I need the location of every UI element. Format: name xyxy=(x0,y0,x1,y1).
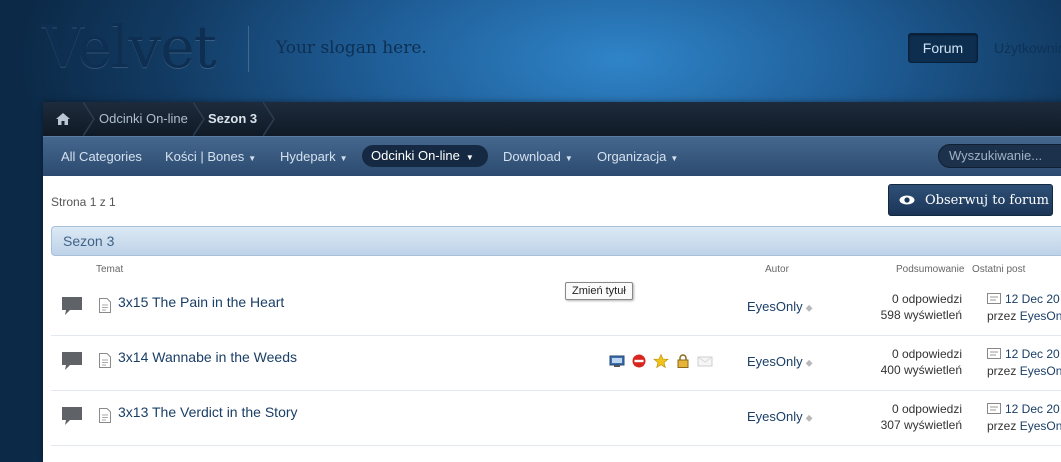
forum-panel: Odcinki On-line Sezon 3 All Categories K… xyxy=(43,102,1061,462)
table-row: 3x13 The Verdict in the Story EyesOnly ⬥ … xyxy=(51,391,1061,446)
category-nav: All Categories Kości | Bones ▼ Hydepark ▼ … xyxy=(43,136,1061,176)
nav-item-download[interactable]: Download ▼ xyxy=(503,137,573,176)
last-post-date-text: 12 Dec 20 xyxy=(1005,292,1060,306)
chevron-down-icon: ▼ xyxy=(670,154,679,163)
nav-item-label: Kości | Bones xyxy=(165,149,245,164)
location-pin-icon: ⬥ xyxy=(805,303,813,314)
last-post-by: przez EyesOn xyxy=(987,364,1061,378)
breadcrumb-item-odcinki[interactable]: Odcinki On-line xyxy=(99,102,188,136)
thread-author-link[interactable]: EyesOnly ⬥ xyxy=(747,299,813,314)
tooltip-rename-title: Zmień tytuł xyxy=(565,282,633,300)
location-pin-icon: ⬥ xyxy=(805,413,813,424)
chevron-down-icon: ▼ xyxy=(465,153,474,162)
last-post-by-prefix: przez xyxy=(987,309,1017,323)
topnav-forum-button[interactable]: Forum xyxy=(908,33,978,63)
last-post-by: przez EyesOn xyxy=(987,309,1061,323)
site-logo[interactable]: Velvet xyxy=(42,8,217,86)
last-post-by-prefix: przez xyxy=(987,364,1017,378)
nav-item-all-categories[interactable]: All Categories xyxy=(61,137,142,176)
thread-author-link[interactable]: EyesOnly ⬥ xyxy=(747,409,813,424)
column-header-topic: Temat xyxy=(96,264,124,275)
last-post-date-text: 12 Dec 20 xyxy=(1005,347,1060,361)
view-count: 307 wyświetleń xyxy=(880,418,962,432)
author-name: EyesOnly xyxy=(747,299,803,314)
nav-item-hydepark[interactable]: Hydepark ▼ xyxy=(280,137,348,176)
last-post-user-link[interactable]: EyesOn xyxy=(1020,364,1061,378)
last-post-date[interactable]: 12 Dec 20 xyxy=(987,402,1060,416)
last-post-icon xyxy=(987,293,1001,304)
chevron-down-icon: ▼ xyxy=(564,154,573,163)
breadcrumb: Odcinki On-line Sezon 3 xyxy=(43,102,1061,136)
view-count: 598 wyświetleń xyxy=(880,308,962,322)
last-post-date-text: 12 Dec 20 xyxy=(1005,402,1060,416)
page-info: Strona 1 z 1 xyxy=(51,195,116,209)
category-title-bar: Sezon 3 xyxy=(51,226,1061,256)
monitor-icon[interactable] xyxy=(609,354,625,368)
last-post-by-prefix: przez xyxy=(987,419,1017,433)
site-header: Velvet Your slogan here. Forum Użytkowni… xyxy=(0,0,1061,100)
thread-author-link[interactable]: EyesOnly ⬥ xyxy=(747,354,813,369)
topnav-users-link[interactable]: Użytkownicy xyxy=(994,40,1061,56)
nav-item-label: Odcinki On-line xyxy=(371,148,460,163)
last-post-by: przez EyesOn xyxy=(987,419,1061,433)
chevron-down-icon: ▼ xyxy=(248,154,257,163)
nav-item-odcinki-active[interactable]: Odcinki On-line ▼ xyxy=(362,145,488,167)
reply-count: 0 odpowiedzi xyxy=(891,402,962,416)
home-icon[interactable] xyxy=(43,102,83,136)
last-post-icon xyxy=(987,348,1001,359)
star-icon[interactable] xyxy=(653,354,669,368)
lock-icon[interactable] xyxy=(675,354,691,368)
breadcrumb-separator xyxy=(83,102,95,136)
last-post-date[interactable]: 12 Dec 20 xyxy=(987,292,1060,306)
nav-item-label: All Categories xyxy=(61,149,142,164)
nav-item-organizacja[interactable]: Organizacja ▼ xyxy=(597,137,678,176)
stop-icon[interactable] xyxy=(631,354,647,368)
nav-item-label: Organizacja xyxy=(597,149,667,164)
column-header-last-post: Ostatni post xyxy=(972,264,1026,275)
column-header-author: Autor xyxy=(765,264,789,275)
speech-bubble-icon xyxy=(62,352,82,370)
document-icon xyxy=(99,353,111,368)
thread-title-link[interactable]: 3x14 Wannabe in the Weeds xyxy=(118,349,297,365)
watch-forum-button[interactable]: Obserwuj to forum xyxy=(888,184,1053,216)
last-post-icon xyxy=(987,403,1001,414)
thread-title-link[interactable]: 3x13 The Verdict in the Story xyxy=(118,404,298,420)
last-post-date[interactable]: 12 Dec 20 xyxy=(987,347,1060,361)
site-slogan: Your slogan here. xyxy=(276,38,427,58)
column-header-summary: Podsumowanie xyxy=(896,264,965,275)
document-icon xyxy=(99,298,111,313)
reply-count: 0 odpowiedzi xyxy=(891,292,962,306)
author-name: EyesOnly xyxy=(747,409,803,424)
nav-item-label: Download xyxy=(503,149,561,164)
watch-forum-label: Obserwuj to forum xyxy=(925,192,1049,208)
envelope-icon[interactable] xyxy=(697,354,713,368)
document-icon xyxy=(99,408,111,423)
breadcrumb-separator xyxy=(193,102,205,136)
nav-item-label: Hydepark xyxy=(280,149,336,164)
last-post-user-link[interactable]: EyesOn xyxy=(1020,419,1061,433)
table-row: 3x15 The Pain in the Heart EyesOnly ⬥ 0 o… xyxy=(51,281,1061,336)
speech-bubble-icon xyxy=(62,407,82,425)
search-input[interactable]: Wyszukiwanie... xyxy=(938,144,1061,168)
author-name: EyesOnly xyxy=(747,354,803,369)
location-pin-icon: ⬥ xyxy=(805,358,813,369)
logo-divider xyxy=(248,26,249,72)
table-row: 3x14 Wannabe in the Weeds EyesOnly ⬥ 0 od… xyxy=(51,336,1061,391)
view-count: 400 wyświetleń xyxy=(880,363,962,377)
speech-bubble-icon xyxy=(62,297,82,315)
last-post-user-link[interactable]: EyesOn xyxy=(1020,309,1061,323)
reply-count: 0 odpowiedzi xyxy=(891,347,962,361)
eye-icon xyxy=(899,195,915,205)
nav-item-bones[interactable]: Kości | Bones ▼ xyxy=(165,137,256,176)
breadcrumb-item-sezon3[interactable]: Sezon 3 xyxy=(208,102,257,136)
moderation-tools xyxy=(609,353,713,369)
breadcrumb-separator xyxy=(263,102,275,136)
thread-title-link[interactable]: 3x15 The Pain in the Heart xyxy=(118,294,284,310)
chevron-down-icon: ▼ xyxy=(339,154,348,163)
